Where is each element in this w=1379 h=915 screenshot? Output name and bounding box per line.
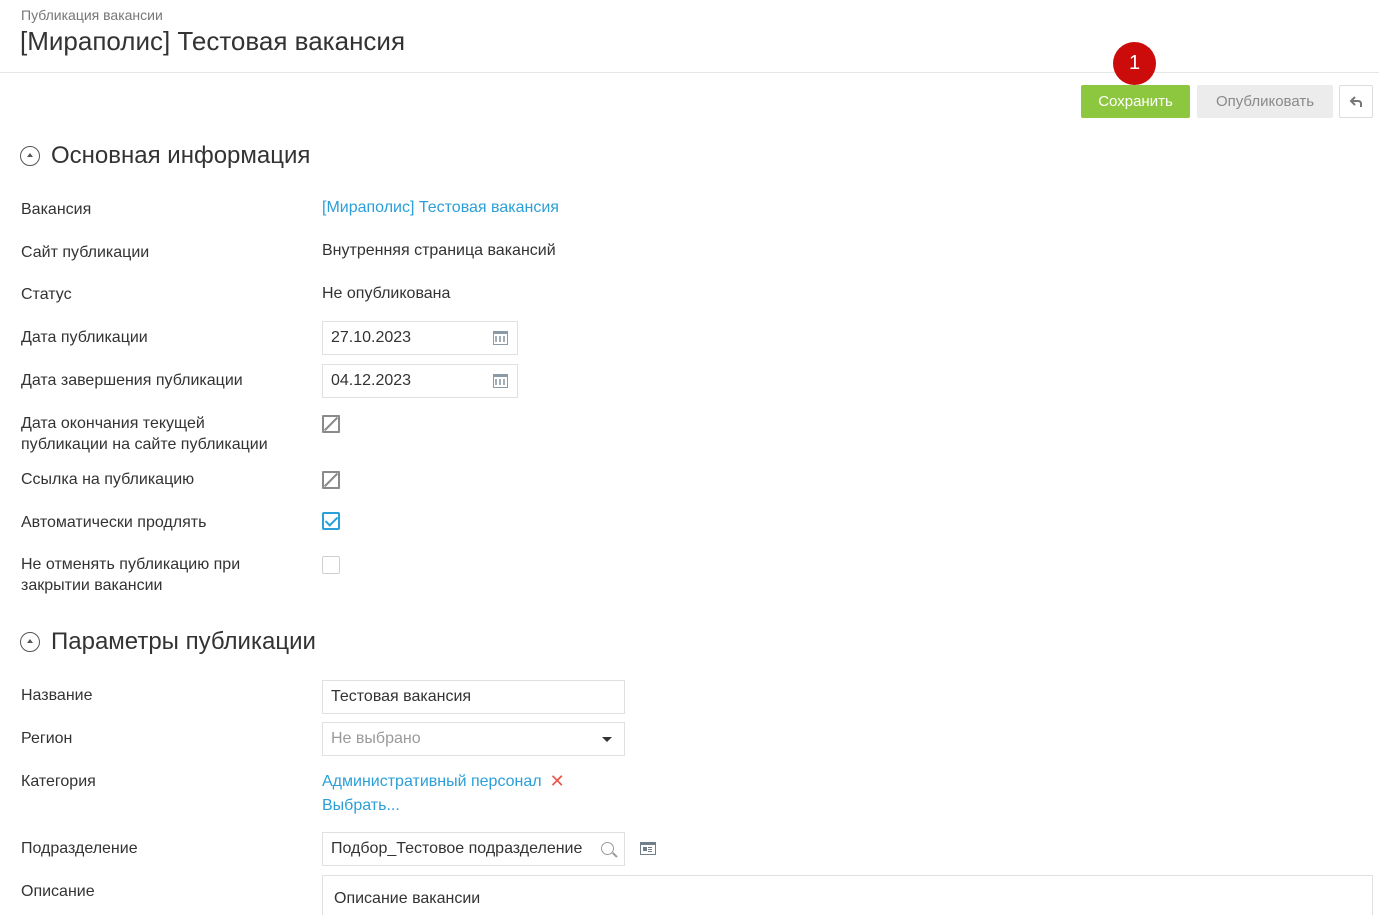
site-end-checkbox-na: [322, 415, 340, 433]
publish-button[interactable]: Опубликовать: [1197, 85, 1333, 118]
no-cancel-label: Не отменять публикацию при закрытии вака…: [21, 554, 240, 596]
step-marker: 1: [1113, 42, 1156, 85]
site-end-label-line1: Дата окончания текущей: [21, 415, 205, 432]
region-select[interactable]: Не выбрано: [322, 722, 625, 756]
link-label: Ссылка на публикацию: [21, 471, 195, 488]
status-value: Не опубликована: [322, 285, 451, 302]
collapse-icon[interactable]: [20, 632, 40, 652]
back-button[interactable]: [1339, 85, 1373, 118]
description-label: Описание: [21, 883, 95, 900]
page-title: [Мираполис] Тестовая вакансия: [20, 26, 406, 56]
category-choose-link[interactable]: Выбрать...: [322, 797, 400, 815]
undo-arrow-icon: [1349, 95, 1362, 107]
header-divider: [0, 72, 1379, 73]
pub-date-field[interactable]: 27.10.2023: [322, 321, 518, 355]
department-input[interactable]: Подбор_Тестовое подразделение: [322, 832, 625, 866]
auto-extend-checkbox[interactable]: [322, 512, 340, 530]
save-button[interactable]: Сохранить: [1081, 85, 1190, 118]
card-icon[interactable]: [640, 842, 656, 855]
site-end-label-line2: публикации на сайте публикации: [21, 436, 268, 453]
no-cancel-label-line2: закрытии вакансии: [21, 577, 163, 594]
auto-extend-label: Автоматически продлять: [21, 514, 207, 531]
region-placeholder: Не выбрано: [331, 730, 421, 747]
site-end-label: Дата окончания текущей публикации на сай…: [21, 413, 268, 455]
section-main-info-title: Основная информация: [51, 142, 311, 169]
category-link[interactable]: Административный персонал: [322, 773, 542, 791]
calendar-icon[interactable]: [493, 374, 508, 388]
vacancy-link[interactable]: [Мираполис] Тестовая вакансия: [322, 199, 559, 217]
section-pub-params-title: Параметры публикации: [51, 628, 316, 655]
site-label: Сайт публикации: [21, 244, 150, 261]
link-checkbox-na: [322, 471, 340, 489]
vacancy-label: Вакансия: [21, 201, 92, 218]
section-pub-params[interactable]: Параметры публикации: [20, 628, 316, 656]
end-date-field[interactable]: 04.12.2023: [322, 364, 518, 398]
department-label: Подразделение: [21, 840, 138, 857]
collapse-icon[interactable]: [20, 146, 40, 166]
name-label: Название: [21, 687, 93, 704]
pub-date-label: Дата публикации: [21, 329, 148, 346]
end-date-value: 04.12.2023: [331, 372, 412, 389]
search-icon[interactable]: [601, 842, 614, 855]
chevron-down-icon[interactable]: [602, 737, 612, 742]
no-cancel-checkbox[interactable]: [322, 556, 340, 574]
pub-date-value: 27.10.2023: [331, 329, 412, 346]
site-value: Внутренняя страница вакансий: [322, 242, 556, 259]
name-input[interactable]: Тестовая вакансия: [322, 680, 625, 714]
department-value: Подбор_Тестовое подразделение: [331, 840, 583, 857]
region-label: Регион: [21, 730, 73, 747]
section-main-info[interactable]: Основная информация: [20, 142, 310, 170]
description-textarea[interactable]: Описание вакансии: [322, 875, 1373, 915]
category-item: Административный персонал ✕: [322, 771, 565, 792]
no-cancel-label-line1: Не отменять публикацию при: [21, 556, 241, 573]
breadcrumb: Публикация вакансии: [21, 7, 163, 23]
calendar-icon[interactable]: [493, 331, 508, 345]
status-label: Статус: [21, 286, 72, 303]
category-label: Категория: [21, 773, 96, 790]
close-icon[interactable]: ✕: [550, 771, 565, 792]
end-date-label: Дата завершения публикации: [21, 372, 243, 389]
